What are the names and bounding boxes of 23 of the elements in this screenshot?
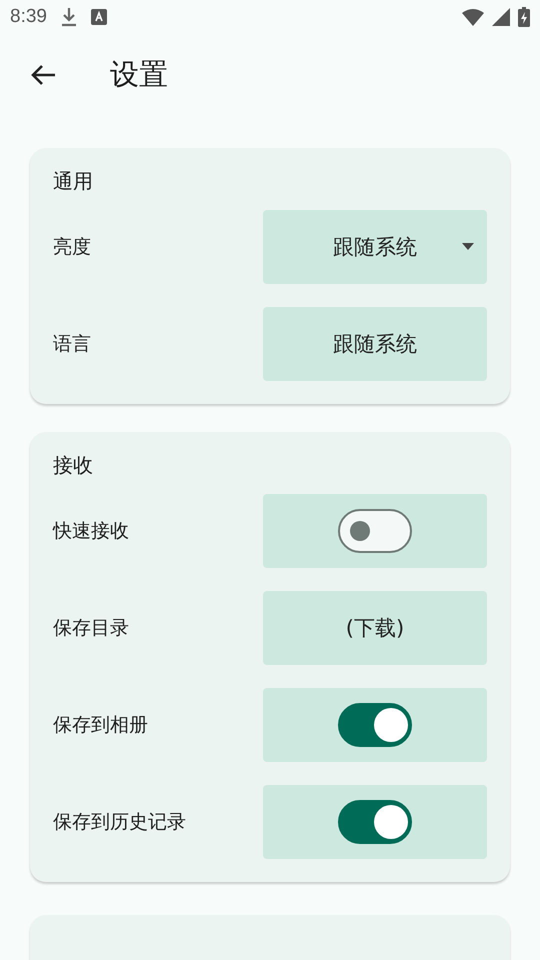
signal-icon <box>492 8 510 26</box>
section-title: 接收 <box>53 452 94 479</box>
battery-icon <box>518 7 530 27</box>
back-arrow-icon[interactable] <box>30 64 56 86</box>
toggle-switch[interactable] <box>338 703 412 747</box>
status-time: 8:39 <box>10 6 47 28</box>
caret-icon <box>462 243 474 250</box>
setting-label: 保存到历史记录 <box>53 810 186 835</box>
setting-label: 快速接收 <box>53 519 129 544</box>
wifi-icon <box>462 8 484 26</box>
setting-label: 语言 <box>53 332 91 357</box>
setting-label: 保存目录 <box>53 616 129 641</box>
setting-label: 保存到相册 <box>53 713 148 738</box>
setting-button[interactable]: (下载) <box>263 591 487 665</box>
download-icon <box>60 7 77 27</box>
toggle-switch[interactable] <box>338 509 412 553</box>
toggle-switch[interactable] <box>338 800 412 844</box>
dropdown[interactable]: 跟随系统 <box>263 210 487 284</box>
page-title: 设置 <box>110 56 168 93</box>
setting-label: 亮度 <box>53 235 91 260</box>
section-title: 通用 <box>53 168 94 195</box>
notification-icon <box>90 9 107 25</box>
setting-button[interactable]: 跟随系统 <box>263 307 487 381</box>
